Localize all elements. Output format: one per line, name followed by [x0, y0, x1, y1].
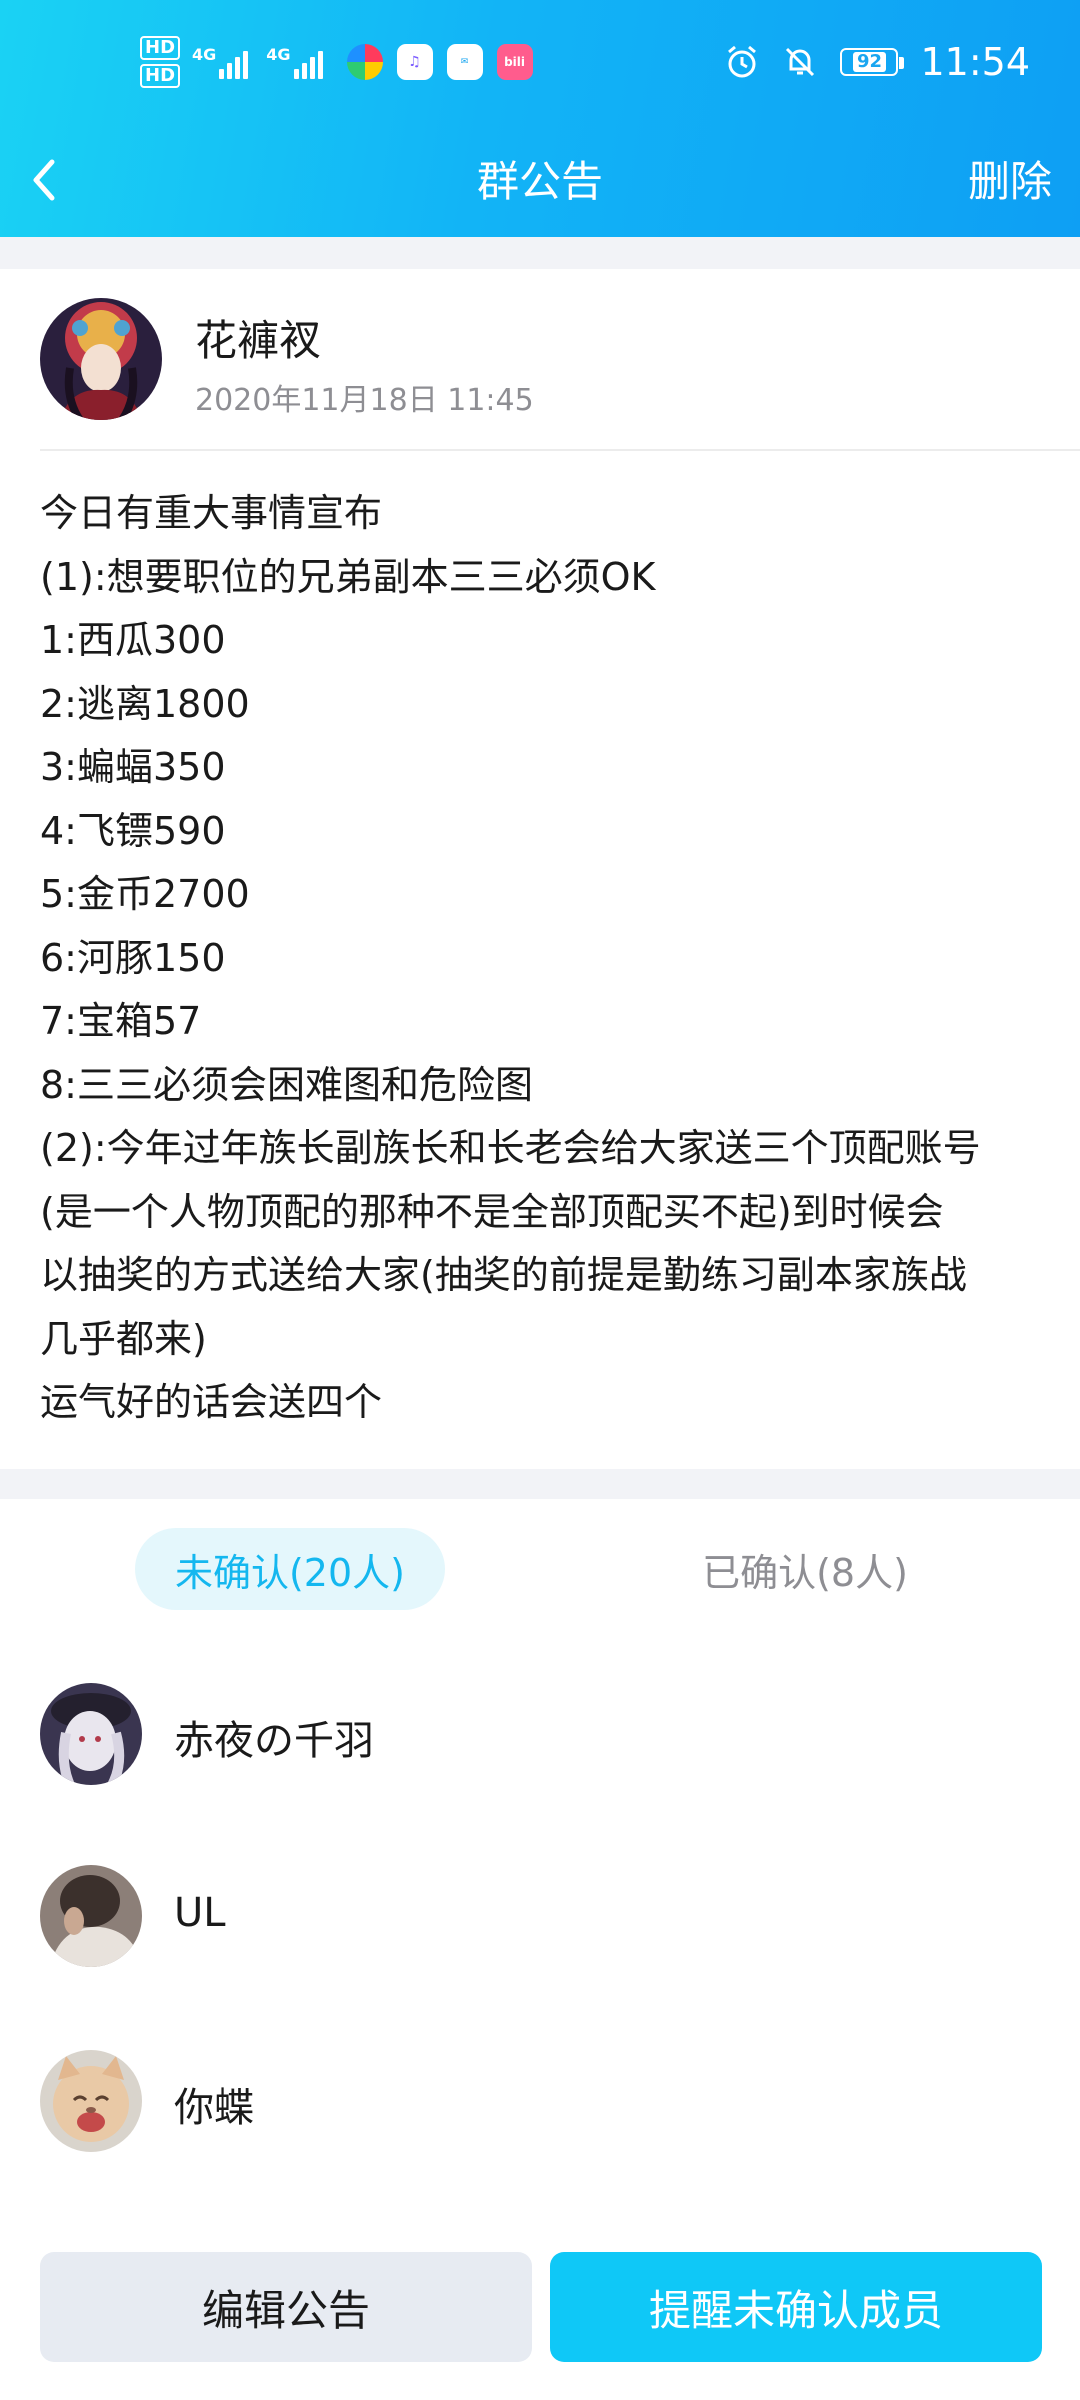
battery-icon: 92 [840, 48, 905, 76]
member-row[interactable]: 你蝶 [0, 2025, 1080, 2175]
member-name: 你蝶 [174, 2085, 254, 2131]
announcement-line: 以抽奖的方式送给大家(抽奖的前提是勤练习副本家族战 [40, 1253, 967, 1297]
remind-unconfirmed-button[interactable]: 提醒未确认成员 [550, 2252, 1042, 2362]
tab-unconfirmed[interactable]: 未确认(20人) [135, 1528, 445, 1610]
section-gap [0, 1469, 1080, 1499]
clock: 11:54 [920, 40, 1030, 84]
hd2-icon: HD [140, 64, 181, 88]
announcement-line: (是一个人物顶配的那种不是全部顶配买不起)到时候会 [40, 1189, 944, 1234]
colorful-ball-app-icon [346, 44, 383, 80]
status-left: HD HD 4G 4G ♫ ✉ bili [140, 36, 533, 88]
status-right: 92 11:54 [724, 40, 1030, 84]
delete-button[interactable]: 删除 [968, 148, 1052, 209]
announcement-line: 今日有重大事情宣布 [40, 491, 383, 535]
announcement-line: 4:飞镖590 [40, 808, 226, 853]
announcement-line: 1:西瓜300 [40, 618, 226, 662]
huawei-app-icon: ✉ [446, 44, 483, 80]
announcement-line: 3:蝙蝠350 [40, 745, 226, 789]
post-timestamp: 2020年11月18日 11:45 [195, 383, 534, 418]
announcement-line: 5:金币2700 [40, 872, 250, 916]
bilibili-app-icon: bili [496, 44, 533, 80]
battery-level: 92 [852, 52, 887, 72]
announcement-line: (2):今年过年族长副族长和长老会给大家送三个顶配账号 [40, 1126, 981, 1170]
announcement-line: 几乎都来) [40, 1316, 207, 1361]
header: HD HD 4G 4G ♫ ✉ bili 92 11:54 群公告 删除 [0, 0, 1080, 237]
section-gap [0, 237, 1080, 269]
net2-label: 4G [266, 45, 291, 64]
divider [40, 449, 1080, 451]
member-name: 赤夜の千羽 [174, 1718, 374, 1764]
author-name[interactable]: 花褲衩 [195, 307, 321, 368]
member-name: UL [174, 1890, 226, 1936]
announcement-line: 2:逃离1800 [40, 681, 250, 726]
member-avatar [40, 1683, 142, 1785]
member-avatar [40, 2050, 142, 2152]
edit-announcement-button[interactable]: 编辑公告 [40, 2252, 532, 2362]
announcement-line: 6:河豚150 [40, 935, 226, 980]
tab-confirmed[interactable]: 已确认(8人) [650, 1528, 960, 1610]
announcement-line: (1):想要职位的兄弟副本三三必须OK [40, 554, 656, 599]
nav-bar: 群公告 删除 [0, 130, 1080, 237]
member-row[interactable]: 赤夜の千羽 [0, 1658, 1080, 1808]
hd-indicators: HD HD [140, 36, 181, 88]
signal2-icon: 4G [266, 45, 323, 79]
alarm-icon [728, 45, 757, 78]
member-avatar [40, 1865, 142, 1967]
announcement-card: 花褲衩 2020年11月18日 11:45 今日有重大事情宣布 (1):想要职位… [0, 269, 1080, 1469]
net1-label: 4G [192, 45, 217, 64]
bell-off-icon [786, 47, 815, 77]
status-bar: HD HD 4G 4G ♫ ✉ bili 92 11:54 [0, 0, 1080, 130]
announcement-line: 8:三三必须会困难图和危险图 [40, 1062, 533, 1107]
member-row[interactable]: UL [0, 1840, 1080, 1990]
announcement-line: 7:宝箱57 [40, 999, 202, 1043]
page-title: 群公告 [476, 157, 603, 206]
author-avatar[interactable] [40, 298, 162, 420]
announcement-body: 今日有重大事情宣布 (1):想要职位的兄弟副本三三必须OK 1:西瓜300 2:… [40, 482, 1050, 1435]
announcement-line: 运气好的话会送四个 [40, 1380, 383, 1424]
signal1-icon: 4G [192, 45, 249, 79]
music-app-icon: ♫ [396, 44, 433, 80]
hd1-icon: HD [140, 36, 181, 60]
